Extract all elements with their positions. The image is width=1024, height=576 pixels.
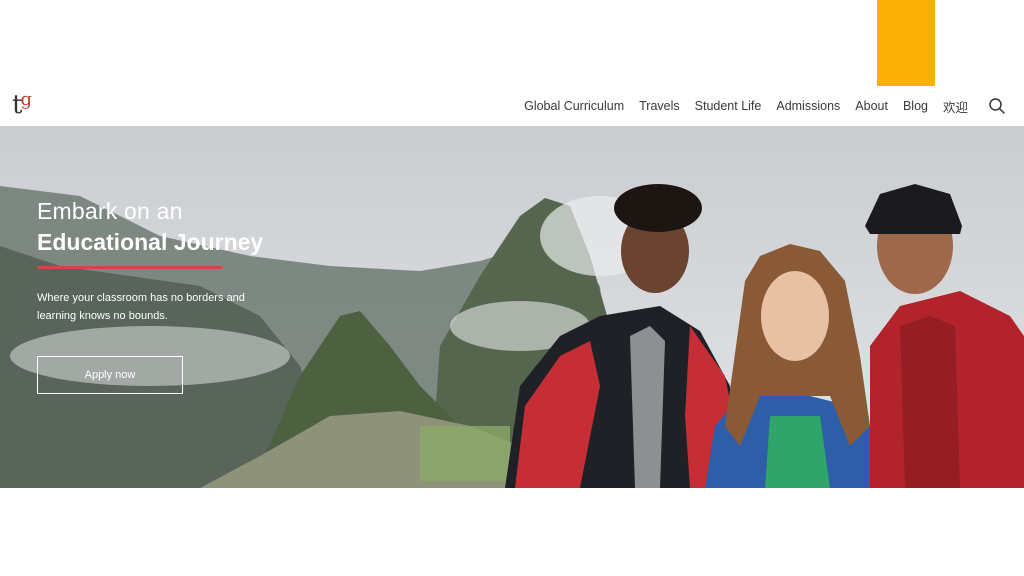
main-nav: Global Curriculum Travels Student Life A… bbox=[524, 86, 968, 126]
nav-travels[interactable]: Travels bbox=[639, 99, 680, 113]
nav-admissions[interactable]: Admissions bbox=[776, 99, 840, 113]
apply-now-button[interactable]: Apply now bbox=[37, 356, 183, 394]
nav-student-life[interactable]: Student Life bbox=[695, 99, 762, 113]
hero-heading-line2: Educational Journey bbox=[37, 229, 264, 255]
nav-chinese-welcome[interactable]: 欢迎 bbox=[943, 97, 968, 116]
search-icon[interactable] bbox=[988, 97, 1006, 115]
accent-block bbox=[877, 0, 935, 88]
top-navbar: tg Global Curriculum Travels Student Lif… bbox=[0, 86, 1024, 126]
nav-global-curriculum[interactable]: Global Curriculum bbox=[524, 99, 624, 113]
hero-heading-line1: Embark on an bbox=[37, 198, 183, 224]
hero-subtitle: Where your classroom has no borders and … bbox=[37, 292, 245, 322]
hero-text: Embark on an Educational Journey Where y… bbox=[37, 198, 277, 325]
hero-banner: Embark on an Educational Journey Where y… bbox=[0, 126, 1024, 488]
nav-blog[interactable]: Blog bbox=[903, 99, 928, 113]
heading-underline bbox=[37, 266, 222, 269]
site-logo[interactable]: tg bbox=[12, 88, 34, 125]
nav-about[interactable]: About bbox=[855, 99, 888, 113]
page-body-blank bbox=[0, 488, 1024, 576]
